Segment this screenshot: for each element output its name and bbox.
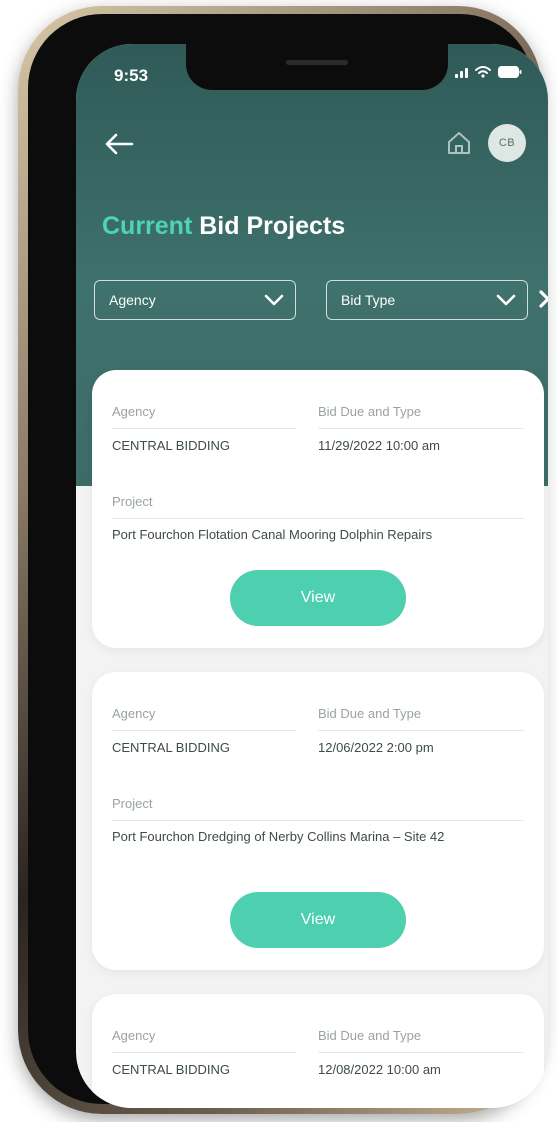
divider <box>112 1052 296 1053</box>
bid-card: Agency Bid Due and Type CENTRAL BIDDING … <box>92 370 544 648</box>
chevron-down-icon <box>264 294 284 306</box>
back-button[interactable] <box>102 130 136 158</box>
divider <box>318 730 524 731</box>
status-time: 9:53 <box>114 66 149 85</box>
bid-card: Agency Bid Due and Type CENTRAL BIDDING … <box>92 994 544 1108</box>
chevron-down-icon <box>496 294 516 306</box>
page-title-accent: Current <box>102 212 193 240</box>
status-icons <box>455 66 522 78</box>
divider <box>112 820 524 821</box>
project-label: Project <box>112 494 153 509</box>
battery-icon <box>498 66 522 78</box>
divider <box>112 730 296 731</box>
bid-due-value: 12/08/2022 10:00 am <box>318 1062 441 1077</box>
divider <box>112 518 524 519</box>
back-arrow-icon <box>105 133 134 155</box>
bid-type-filter-dropdown[interactable]: Bid Type <box>326 280 528 320</box>
divider <box>318 428 524 429</box>
phone-bezel: 9:53 CB Current Bid Projects Agency Bid … <box>28 14 548 1108</box>
project-label: Project <box>112 796 153 811</box>
project-value: Port Fourchon Flotation Canal Mooring Do… <box>112 527 433 542</box>
project-value: Port Fourchon Dredging of Nerby Collins … <box>112 829 445 844</box>
home-icon <box>448 132 470 154</box>
agency-filter-label: Agency <box>109 292 156 308</box>
avatar[interactable]: CB <box>488 124 526 162</box>
close-icon <box>539 290 548 308</box>
page-title-rest: Bid Projects <box>199 212 346 240</box>
bid-card: Agency Bid Due and Type CENTRAL BIDDING … <box>92 672 544 970</box>
bid-due-label: Bid Due and Type <box>318 706 422 721</box>
agency-label: Agency <box>112 1028 156 1043</box>
bid-due-label: Bid Due and Type <box>318 404 422 419</box>
device-notch <box>186 44 448 90</box>
divider <box>318 1052 524 1053</box>
divider <box>112 428 296 429</box>
home-button[interactable] <box>444 128 474 158</box>
bid-due-value: 12/06/2022 2:00 pm <box>318 740 434 755</box>
agency-label: Agency <box>112 404 156 419</box>
view-button[interactable]: View <box>230 570 406 626</box>
bid-due-value: 11/29/2022 10:00 am <box>318 438 440 453</box>
bid-due-label: Bid Due and Type <box>318 1028 422 1043</box>
signal-icon <box>455 66 468 78</box>
page-title: Current Bid Projects <box>102 212 345 241</box>
wifi-icon <box>475 66 491 78</box>
app-screen: 9:53 CB Current Bid Projects Agency Bid … <box>76 44 548 1108</box>
agency-value: CENTRAL BIDDING <box>112 1062 230 1077</box>
agency-value: CENTRAL BIDDING <box>112 438 230 453</box>
clear-filters-button[interactable] <box>538 288 548 310</box>
bid-type-filter-label: Bid Type <box>341 292 396 308</box>
agency-label: Agency <box>112 706 156 721</box>
speaker-grille <box>286 60 348 65</box>
agency-filter-dropdown[interactable]: Agency <box>94 280 296 320</box>
view-button[interactable]: View <box>230 892 406 948</box>
agency-value: CENTRAL BIDDING <box>112 740 230 755</box>
